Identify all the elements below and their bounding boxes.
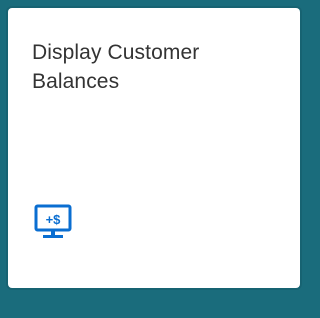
monitor-plus-dollar-icon: +$ <box>34 204 72 240</box>
app-tile-display-customer-balances[interactable]: Display Customer Balances +$ <box>8 8 300 288</box>
icon-glyph-text: +$ <box>46 212 62 227</box>
tile-title: Display Customer Balances <box>32 41 200 93</box>
